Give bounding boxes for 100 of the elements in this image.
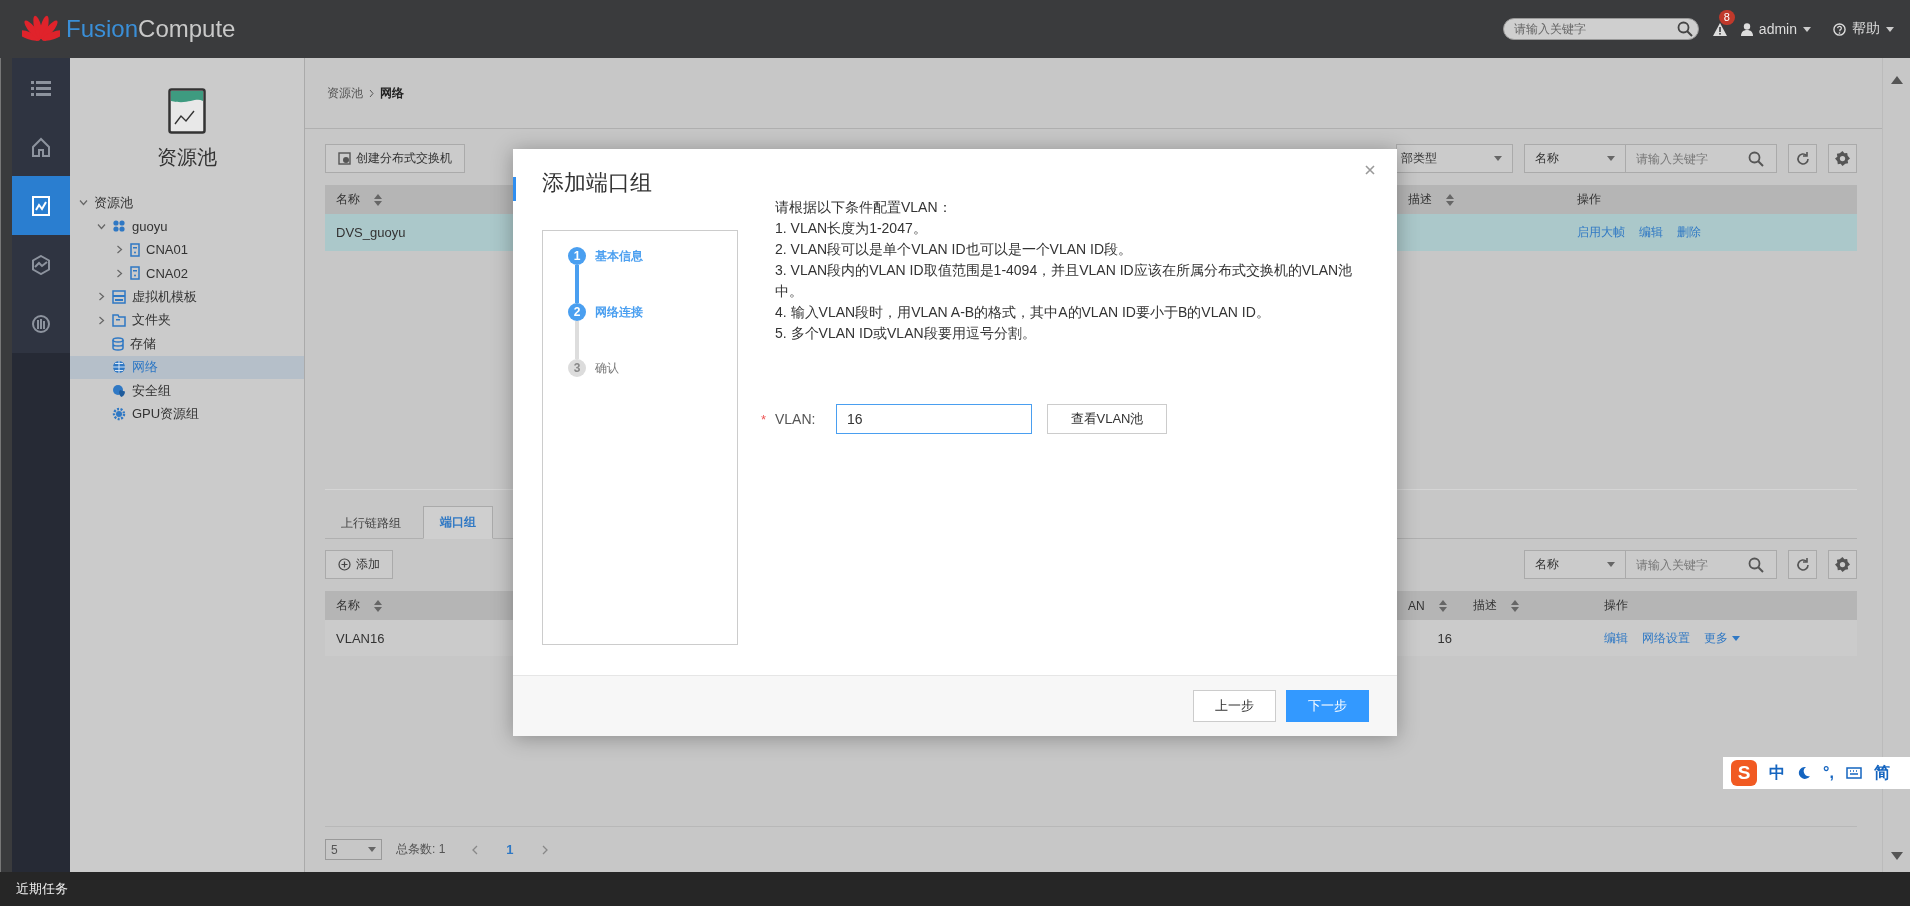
chevron-right-icon[interactable] (114, 268, 124, 278)
breadcrumb-item[interactable]: 资源池 (327, 84, 363, 102)
tree-item[interactable]: GPU资源组 (70, 402, 304, 426)
chevron-left-icon[interactable] (471, 844, 479, 855)
punctuation-mode[interactable]: °, (1823, 764, 1834, 782)
type-select[interactable]: 部类型 (1396, 144, 1513, 173)
caret-icon (1803, 26, 1811, 32)
keyboard-icon[interactable] (1845, 767, 1862, 779)
field-select[interactable]: 名称 (1525, 551, 1626, 578)
step-number: 3 (568, 359, 586, 377)
column-header: 操作 (1604, 597, 1628, 614)
search-field[interactable]: 请输入关键字 (1502, 18, 1699, 40)
chevron-right-icon[interactable] (96, 292, 106, 302)
nav-item[interactable] (12, 58, 70, 117)
close-icon[interactable] (1365, 165, 1375, 175)
settings-icon (1835, 151, 1850, 166)
sort-icon[interactable] (1438, 599, 1447, 612)
chart-icon (32, 195, 50, 216)
tree-item[interactable]: 虚拟机模板 (70, 285, 304, 309)
sort-icon[interactable] (374, 599, 382, 612)
table-cell: VLAN16 (336, 630, 385, 646)
moon-icon[interactable] (1797, 766, 1811, 780)
caret-icon (1732, 635, 1740, 641)
refresh-icon (1795, 557, 1810, 572)
column-header[interactable]: AN (1408, 598, 1447, 613)
step-label: 基本信息 (595, 247, 643, 265)
page-size-select[interactable]: 5 (325, 839, 382, 860)
scroll-down-icon[interactable] (1890, 852, 1903, 860)
nav-item[interactable] (12, 176, 70, 235)
scroll-up-icon[interactable] (1890, 76, 1903, 84)
server-icon (130, 242, 140, 257)
resource-pool-icon (168, 88, 206, 134)
chevron-down-icon[interactable] (78, 198, 88, 208)
step-label: 网络连接 (595, 303, 643, 321)
refresh-button[interactable] (1788, 144, 1817, 173)
refresh-button[interactable] (1788, 550, 1817, 579)
sort-icon[interactable] (1446, 193, 1454, 206)
back-button[interactable]: 上一步 (1193, 690, 1276, 722)
help-menu[interactable]: 帮助 (1833, 20, 1894, 38)
step-label: 确认 (595, 359, 619, 377)
table-cell: DVS_guoyu (336, 225, 406, 240)
script-mode[interactable]: 简 (1873, 762, 1890, 784)
settings-button[interactable] (1828, 144, 1857, 173)
instruction-text: 5. 多个VLAN ID或VLAN段要用逗号分割。 (775, 324, 1037, 343)
tree-item[interactable]: CNA01 (70, 238, 304, 262)
chip-icon (112, 407, 126, 422)
tree-item[interactable]: 安全组 (70, 379, 304, 403)
nav-item[interactable] (12, 294, 70, 353)
tree-item[interactable]: 资源池 (70, 191, 304, 215)
tree-item[interactable]: CNA02 (70, 261, 304, 285)
server-icon (130, 266, 140, 281)
column-header[interactable]: 名称 (336, 191, 382, 208)
search-field[interactable]: 名称 请输入关键字 (1524, 550, 1777, 579)
tree-item[interactable]: 存储 (70, 332, 304, 356)
sort-icon[interactable] (374, 193, 382, 206)
required-mark: * (761, 411, 768, 427)
search-icon[interactable] (1676, 21, 1693, 37)
user-menu[interactable]: admin (1740, 21, 1811, 37)
search-icon[interactable] (1748, 150, 1764, 167)
hexagon-icon (31, 254, 51, 275)
column-header[interactable]: 描述 (1408, 191, 1454, 208)
search-field[interactable]: 名称 请输入关键字 (1524, 144, 1777, 173)
nav-item[interactable] (12, 117, 70, 176)
step-number: 1 (568, 247, 586, 265)
status-bar-label[interactable]: 近期任务 (16, 880, 68, 898)
vlan-input[interactable]: 16 (836, 404, 1032, 434)
tab[interactable]: 上行链路组 (325, 508, 417, 538)
column-header[interactable]: 描述 (1473, 597, 1519, 614)
chevron-right-icon[interactable] (541, 844, 549, 855)
globe-icon (112, 360, 126, 375)
tree-item[interactable]: 文件夹 (70, 308, 304, 332)
breadcrumb-item: 网络 (380, 84, 404, 102)
chevron-down-icon[interactable] (96, 221, 106, 231)
input-mode[interactable]: 中 (1769, 762, 1785, 784)
view-pool-button[interactable]: 查看VLAN池 (1047, 404, 1167, 434)
caret-icon (1886, 26, 1894, 32)
chevron-right-icon[interactable] (96, 315, 106, 325)
tree-item[interactable]: guoyu (70, 214, 304, 238)
create-switch-button[interactable]: 创建分布式交换机 (325, 144, 465, 173)
step-number: 2 (568, 303, 586, 321)
nav-item[interactable] (12, 235, 70, 294)
plus-circle-icon (338, 558, 351, 571)
settings-button[interactable] (1828, 550, 1857, 579)
flower-logo-icon (22, 14, 60, 44)
field-select[interactable]: 名称 (1525, 145, 1626, 172)
dialog-title: 添加端口组 (542, 169, 652, 197)
column-header[interactable]: 名称 (336, 597, 382, 614)
caret-icon (1494, 156, 1502, 161)
chevron-right-icon (369, 89, 374, 97)
warning-icon[interactable] (1712, 22, 1727, 36)
add-button[interactable]: 添加 (325, 550, 393, 579)
gauge-icon (31, 313, 51, 334)
sort-icon[interactable] (1511, 599, 1519, 612)
instruction-text: 请根据以下条件配置VLAN： (775, 198, 953, 217)
user-icon (1740, 22, 1753, 36)
caret-icon (1607, 156, 1615, 161)
chevron-right-icon[interactable] (114, 245, 124, 255)
shield-icon (112, 383, 126, 398)
search-icon[interactable] (1748, 556, 1764, 573)
instruction-text: 3. VLAN段内的VLAN ID取值范围是1-4094，并且VLAN ID应该在所属分布式交换机的VLAN池中。 (775, 261, 1354, 301)
